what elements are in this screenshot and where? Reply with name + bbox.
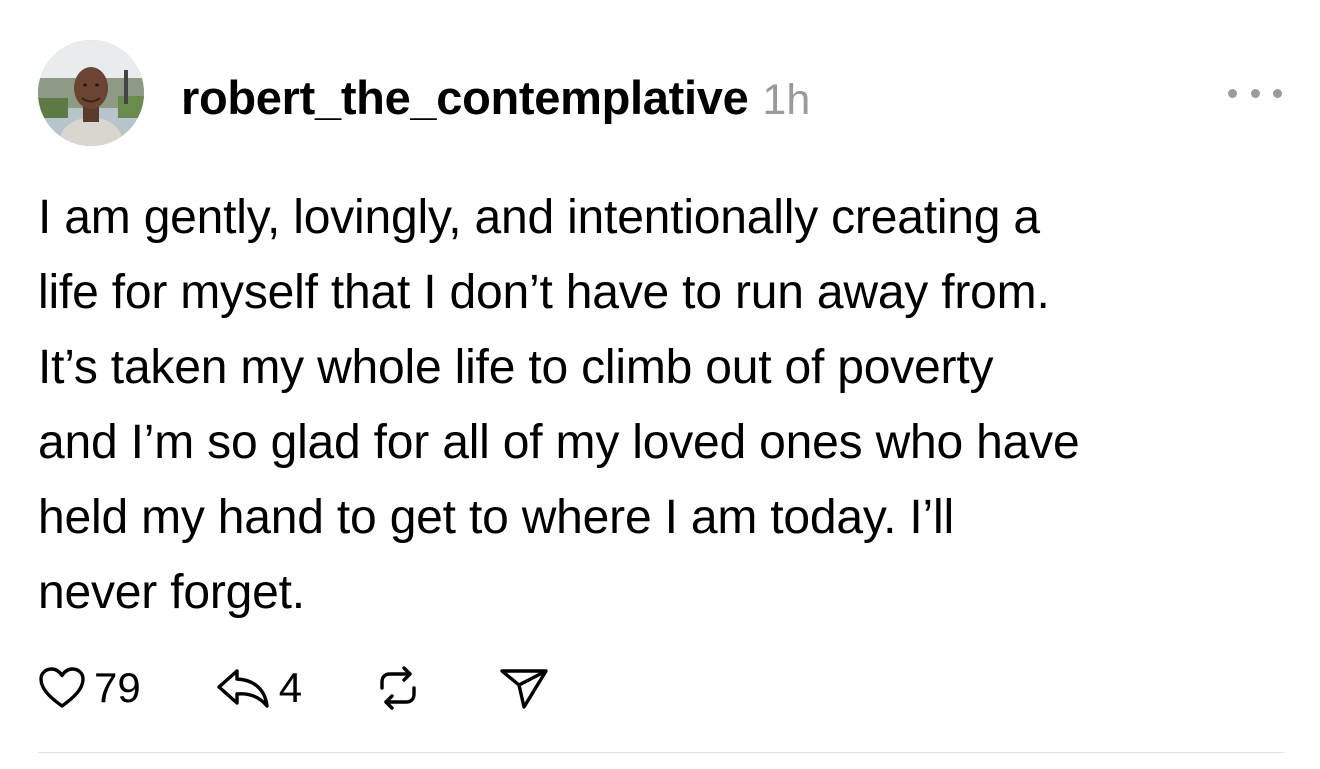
post-text-line: held my hand to get to where I am today.…	[38, 491, 954, 544]
dot	[1250, 88, 1260, 98]
divider	[38, 752, 1284, 753]
send-icon	[500, 669, 548, 709]
post-text-line: life for myself that I don’t have to run…	[38, 266, 1050, 319]
post-text: I am gently, lovingly, and intentionally…	[38, 180, 1288, 630]
username[interactable]: robert_the_contemplative	[181, 70, 749, 125]
dot	[1273, 88, 1282, 98]
post-text-line: It’s taken my whole life to climb out of…	[38, 341, 994, 394]
post-card: robert_the_contemplative 1h I am gently,…	[0, 0, 1320, 769]
post-text-line: never forget.	[38, 566, 305, 619]
ellipsis-icon[interactable]	[1228, 78, 1282, 108]
avatar-image	[38, 40, 144, 146]
reply-count: 4	[278, 664, 303, 711]
reply-arrow-icon	[217, 669, 269, 708]
post-text-line: I am gently, lovingly, and intentionally…	[38, 191, 1040, 244]
reply-button[interactable]: 4	[215, 664, 302, 712]
author-line: robert_the_contemplative 1h	[181, 70, 810, 126]
heart-icon	[39, 667, 85, 708]
like-button[interactable]: 79	[38, 664, 141, 712]
action-bar: 79 4	[38, 660, 550, 716]
share-button[interactable]	[498, 665, 550, 711]
avatar[interactable]	[38, 40, 144, 146]
post-header: robert_the_contemplative 1h	[38, 40, 1282, 148]
repost-button[interactable]	[372, 664, 424, 712]
post-text-line: and I’m so glad for all of my loved ones…	[38, 416, 1080, 469]
like-count: 79	[94, 664, 141, 711]
repost-icon	[380, 666, 416, 710]
dot	[1228, 88, 1237, 98]
timestamp: 1h	[762, 76, 811, 124]
